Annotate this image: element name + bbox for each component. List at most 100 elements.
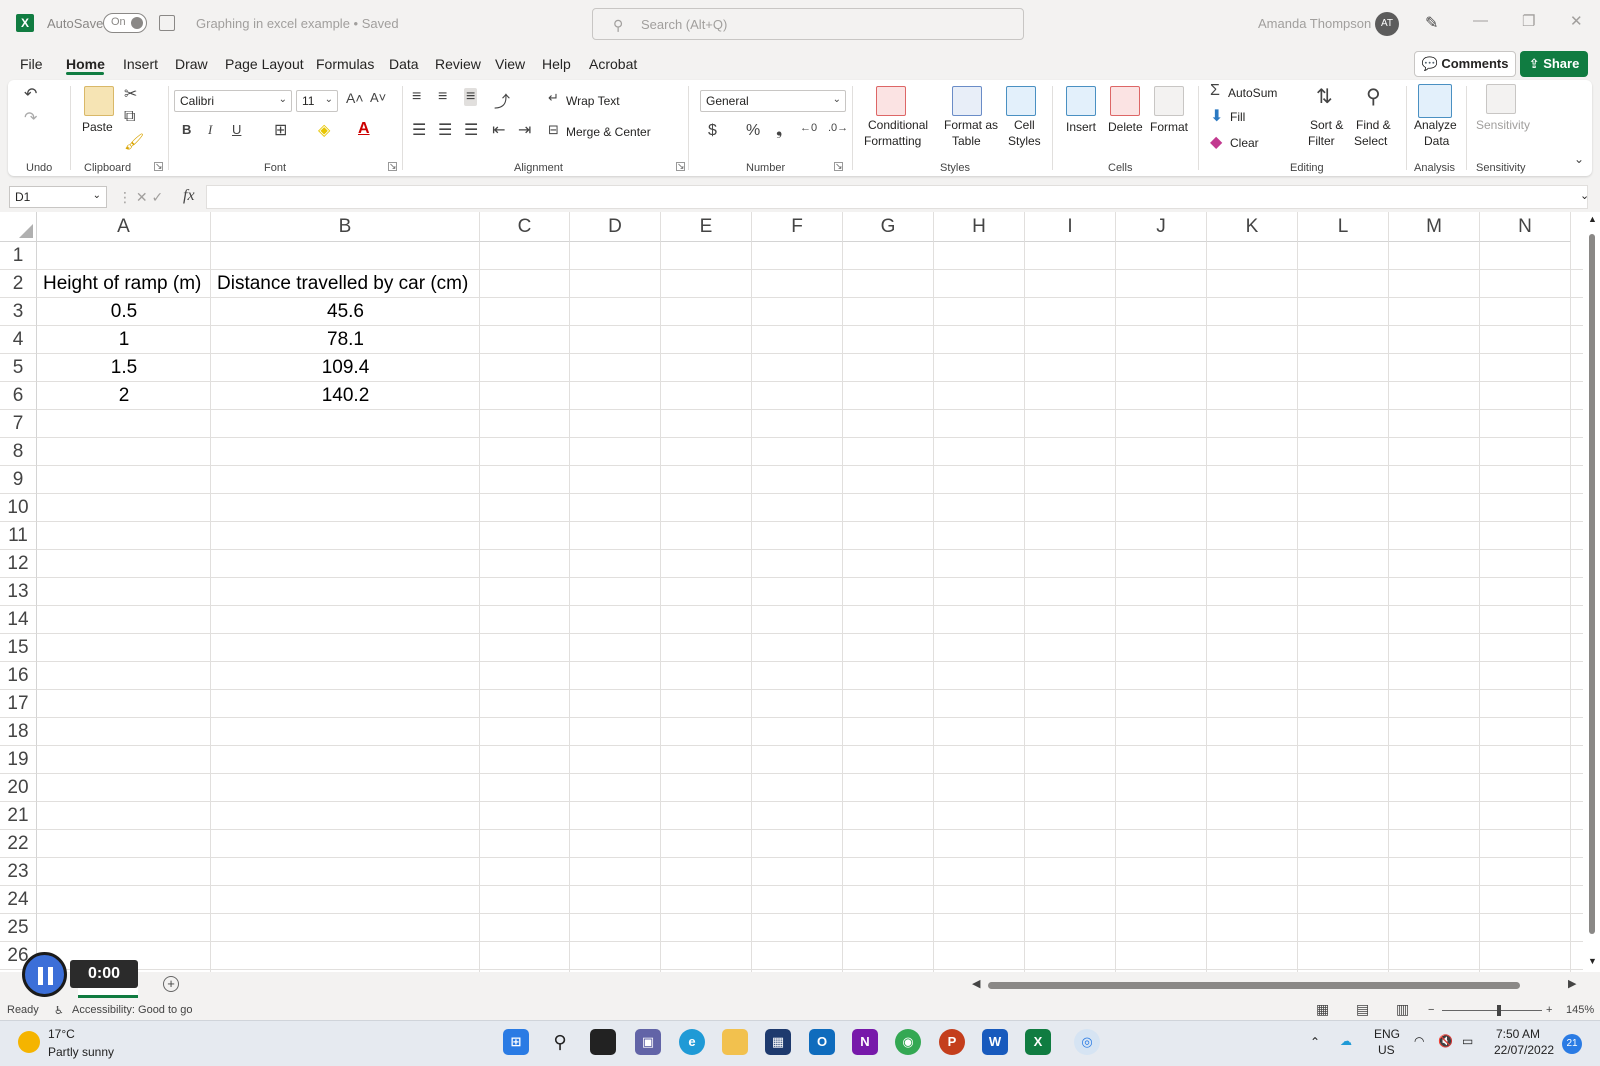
column-header[interactable]: C <box>480 212 570 242</box>
row-header[interactable]: 12 <box>0 550 37 578</box>
delete-cells-icon[interactable] <box>1110 86 1140 116</box>
row-header[interactable]: 16 <box>0 662 37 690</box>
avatar[interactable]: AT <box>1375 12 1399 36</box>
scroll-right-icon[interactable]: ▶ <box>1568 977 1576 990</box>
font-name-dropdown[interactable]: Calibri ⌄ <box>174 90 292 112</box>
row-header[interactable]: 1 <box>0 242 37 270</box>
insert-cells-button[interactable]: Insert <box>1066 120 1096 134</box>
paste-icon[interactable] <box>84 86 114 116</box>
font-color-icon[interactable]: A <box>358 120 370 138</box>
tab-home[interactable]: Home <box>66 56 105 72</box>
zoom-in-icon[interactable]: + <box>1546 1004 1552 1016</box>
align-center-icon[interactable]: ☰ <box>438 120 452 140</box>
format-cells-icon[interactable] <box>1154 86 1184 116</box>
find-select-label-1[interactable]: Find & <box>1356 118 1391 132</box>
sensitivity-button[interactable]: Sensitivity <box>1476 118 1530 132</box>
select-all-corner[interactable] <box>0 212 37 242</box>
row-header[interactable]: 13 <box>0 578 37 606</box>
column-header[interactable]: J <box>1116 212 1207 242</box>
undo-icon[interactable]: ↶ <box>24 84 37 104</box>
column-header[interactable]: H <box>934 212 1025 242</box>
align-left-icon[interactable]: ☰ <box>412 120 426 140</box>
align-middle-icon[interactable]: ≡ <box>438 88 447 106</box>
row-header[interactable]: 5 <box>0 354 37 382</box>
language-1[interactable]: ENG <box>1374 1027 1400 1041</box>
row-header[interactable]: 24 <box>0 886 37 914</box>
cut-icon[interactable]: ✂ <box>124 84 137 104</box>
row-header[interactable]: 4 <box>0 326 37 354</box>
autosum-button[interactable]: AutoSum <box>1228 86 1277 100</box>
tab-formulas[interactable]: Formulas <box>316 56 374 72</box>
row-header[interactable]: 25 <box>0 914 37 942</box>
scroll-up-icon[interactable]: ▲ <box>1588 214 1597 224</box>
column-header[interactable]: K <box>1207 212 1298 242</box>
row-header[interactable]: 3 <box>0 298 37 326</box>
clock-time[interactable]: 7:50 AM <box>1496 1027 1540 1041</box>
autosave-toggle[interactable]: On <box>103 13 147 33</box>
column-header[interactable]: E <box>661 212 752 242</box>
table-cell[interactable]: Distance travelled by car (cm) <box>217 270 486 298</box>
table-cell[interactable]: Height of ramp (m) <box>43 270 217 298</box>
percent-icon[interactable]: % <box>746 122 760 140</box>
minimize-icon[interactable]: — <box>1473 12 1488 29</box>
comma-icon[interactable]: ❟ <box>776 122 782 140</box>
column-header[interactable]: D <box>570 212 661 242</box>
excel-taskbar-icon[interactable]: X <box>1025 1029 1051 1055</box>
tray-overflow-icon[interactable]: ⌃ <box>1310 1035 1320 1049</box>
paste-label[interactable]: Paste <box>82 120 113 134</box>
cell-styles-label-1[interactable]: Cell <box>1014 118 1035 132</box>
table-cell[interactable]: 78.1 <box>211 326 480 354</box>
language-2[interactable]: US <box>1378 1043 1395 1057</box>
analyze-data-icon[interactable] <box>1418 84 1452 118</box>
powerpoint-icon[interactable]: P <box>939 1029 965 1055</box>
increase-font-icon[interactable]: A˄ <box>346 90 364 106</box>
scroll-down-icon[interactable]: ▼ <box>1588 956 1597 966</box>
redo-icon[interactable]: ↷ <box>24 108 37 128</box>
row-header[interactable]: 23 <box>0 858 37 886</box>
wrap-text-button[interactable]: Wrap Text <box>566 94 620 108</box>
zoom-slider-thumb[interactable] <box>1497 1005 1501 1016</box>
row-header[interactable]: 2 <box>0 270 37 298</box>
zoom-level[interactable]: 145% <box>1566 1004 1594 1016</box>
conditional-formatting-icon[interactable] <box>876 86 906 116</box>
format-as-table-icon[interactable] <box>952 86 982 116</box>
teams-chat-icon[interactable]: ▣ <box>635 1029 661 1055</box>
find-select-icon[interactable]: ⚲ <box>1366 84 1381 109</box>
spreadsheet-grid[interactable]: ▲ ▼ A B C D E F G H I J K L M N 1 2 3 4 5 6 7 8 9 10 11 12 13 14 15 1… <box>0 212 1600 972</box>
document-title[interactable]: Graphing in excel example • Saved <box>196 16 399 31</box>
row-header[interactable]: 21 <box>0 802 37 830</box>
format-cells-button[interactable]: Format <box>1150 120 1188 134</box>
row-header[interactable]: 14 <box>0 606 37 634</box>
tab-file[interactable]: File <box>20 56 43 72</box>
format-painter-icon[interactable]: 🖌 <box>124 132 144 152</box>
currency-icon[interactable]: $ <box>708 122 717 140</box>
row-header[interactable]: 19 <box>0 746 37 774</box>
format-as-table-label-1[interactable]: Format as <box>944 118 998 132</box>
pen-icon[interactable]: ✎ <box>1425 13 1438 33</box>
add-sheet-icon[interactable]: + <box>163 976 179 992</box>
close-icon[interactable]: ✕ <box>1570 12 1583 30</box>
scroll-left-icon[interactable]: ◀ <box>972 977 980 990</box>
windows-start-icon[interactable]: ⊞ <box>503 1029 529 1055</box>
merge-center-icon[interactable]: ⊟ <box>548 122 559 138</box>
battery-icon[interactable]: ▭ <box>1462 1034 1473 1048</box>
comments-button[interactable]: 💬 Comments <box>1414 51 1516 77</box>
row-header[interactable]: 6 <box>0 382 37 410</box>
normal-view-icon[interactable]: ▦ <box>1316 1001 1329 1018</box>
row-header[interactable]: 8 <box>0 438 37 466</box>
column-header[interactable]: A <box>37 212 211 242</box>
row-header[interactable]: 22 <box>0 830 37 858</box>
word-icon[interactable]: W <box>982 1029 1008 1055</box>
restore-icon[interactable]: ❐ <box>1522 12 1535 30</box>
cell-styles-label-2[interactable]: Styles <box>1008 134 1041 148</box>
decrease-font-icon[interactable]: A˅ <box>370 90 386 105</box>
decrease-decimal-icon[interactable]: .0→ <box>828 122 848 134</box>
accessibility-icon[interactable]: ♿ <box>54 1004 64 1017</box>
tab-insert[interactable]: Insert <box>123 56 158 72</box>
tab-acrobat[interactable]: Acrobat <box>589 56 637 72</box>
share-button[interactable]: ⇪ Share <box>1520 51 1588 77</box>
search-box[interactable]: ⚲ Search (Alt+Q) <box>592 8 1024 40</box>
pause-button[interactable] <box>22 952 67 997</box>
volume-muted-icon[interactable]: 🔇 <box>1438 1034 1453 1048</box>
align-top-icon[interactable]: ≡ <box>412 88 421 106</box>
